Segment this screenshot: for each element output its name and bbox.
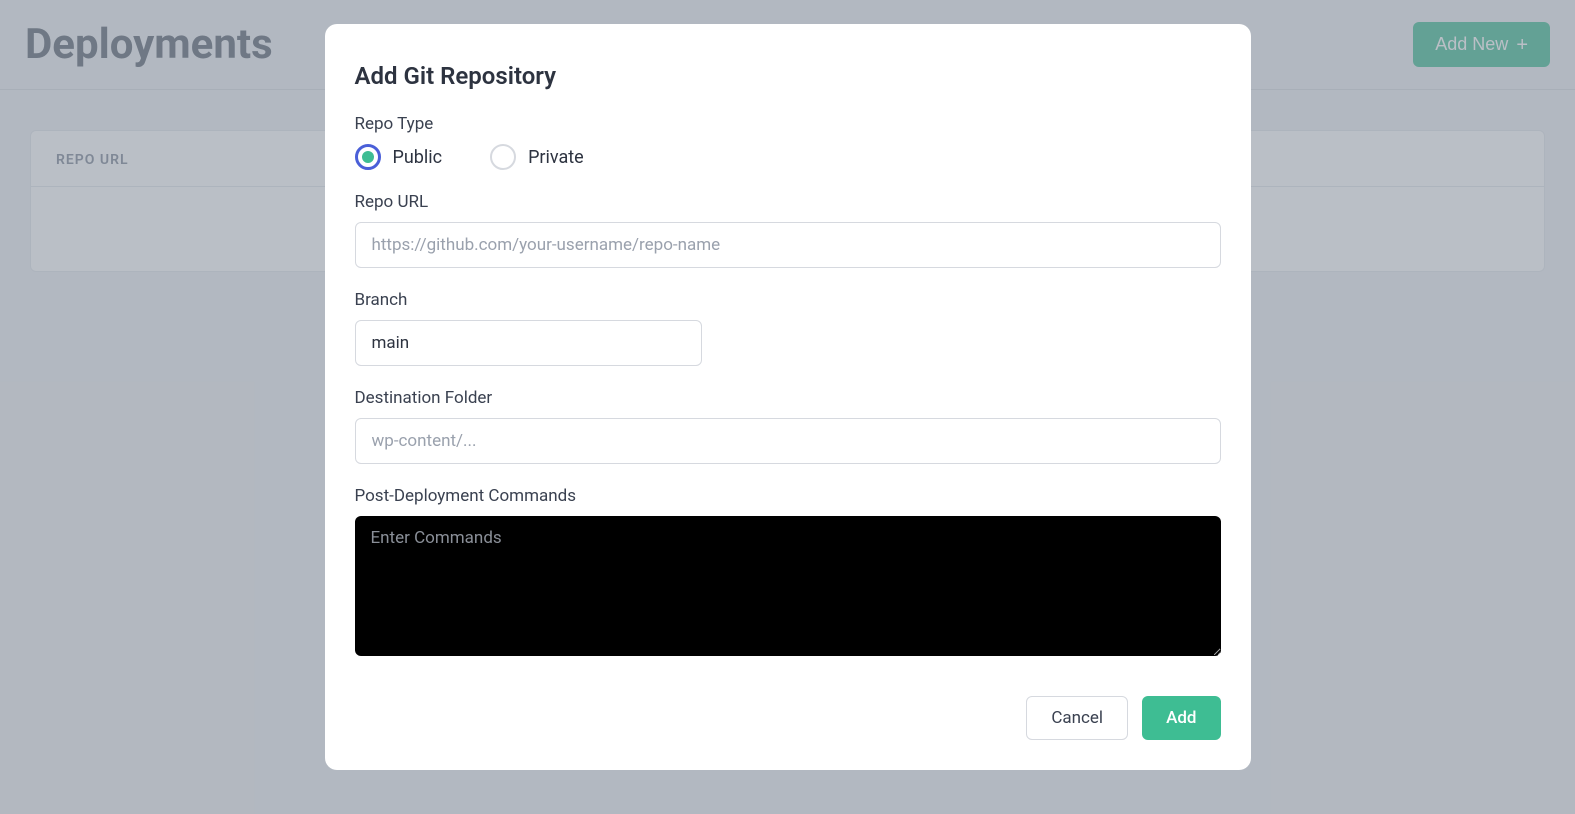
- repo-type-private-option[interactable]: Private: [490, 144, 584, 170]
- add-button[interactable]: Add: [1142, 696, 1220, 740]
- destination-folder-label: Destination Folder: [355, 388, 1221, 408]
- radio-private-icon: [490, 144, 516, 170]
- branch-input[interactable]: [355, 320, 702, 366]
- radio-private-label: Private: [528, 147, 584, 168]
- post-deployment-textarea[interactable]: [355, 516, 1221, 656]
- add-git-repo-modal: Add Git Repository Repo Type Public Priv…: [325, 24, 1251, 770]
- repo-type-public-option[interactable]: Public: [355, 144, 443, 170]
- modal-overlay[interactable]: Add Git Repository Repo Type Public Priv…: [0, 0, 1575, 814]
- radio-public-label: Public: [393, 147, 443, 168]
- radio-public-icon: [355, 144, 381, 170]
- cancel-button[interactable]: Cancel: [1026, 696, 1128, 740]
- destination-folder-input[interactable]: [355, 418, 1221, 464]
- repo-url-label: Repo URL: [355, 192, 1221, 212]
- branch-label: Branch: [355, 290, 1221, 310]
- post-deployment-label: Post-Deployment Commands: [355, 486, 1221, 506]
- repo-type-label: Repo Type: [355, 114, 1221, 134]
- modal-title: Add Git Repository: [355, 62, 1221, 90]
- repo-url-input[interactable]: [355, 222, 1221, 268]
